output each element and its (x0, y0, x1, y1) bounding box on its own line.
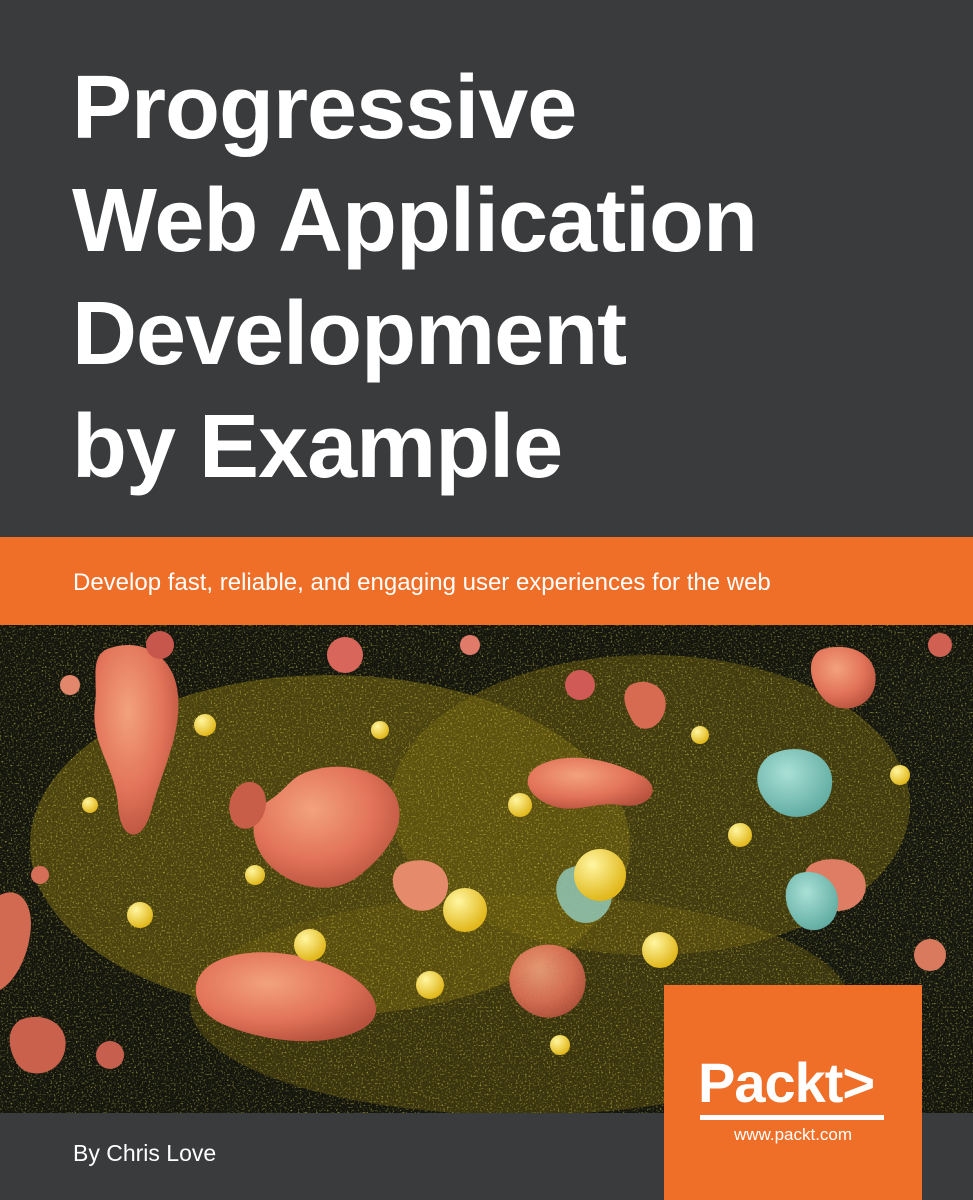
book-cover: Progressive Web Application Development … (0, 0, 973, 1200)
title-line-1: Progressive (72, 58, 577, 158)
logo-underline (700, 1115, 884, 1120)
book-subtitle: Develop fast, reliable, and engaging use… (73, 569, 771, 596)
title-line-4: by Example (72, 397, 563, 497)
title-area: Progressive Web Application Development … (0, 0, 973, 537)
subtitle-band: Develop fast, reliable, and engaging use… (0, 537, 973, 625)
book-author: By Chris Love (73, 1140, 217, 1166)
title-line-3: Development (72, 284, 627, 384)
publisher-box: Packt> www.packt.com (664, 985, 922, 1200)
publisher-url: www.packt.com (733, 1125, 853, 1144)
title-line-2: Web Application (72, 171, 758, 271)
book-title: Progressive Web Application Development … (72, 52, 952, 504)
packt-logo: Packt> (698, 1051, 875, 1114)
